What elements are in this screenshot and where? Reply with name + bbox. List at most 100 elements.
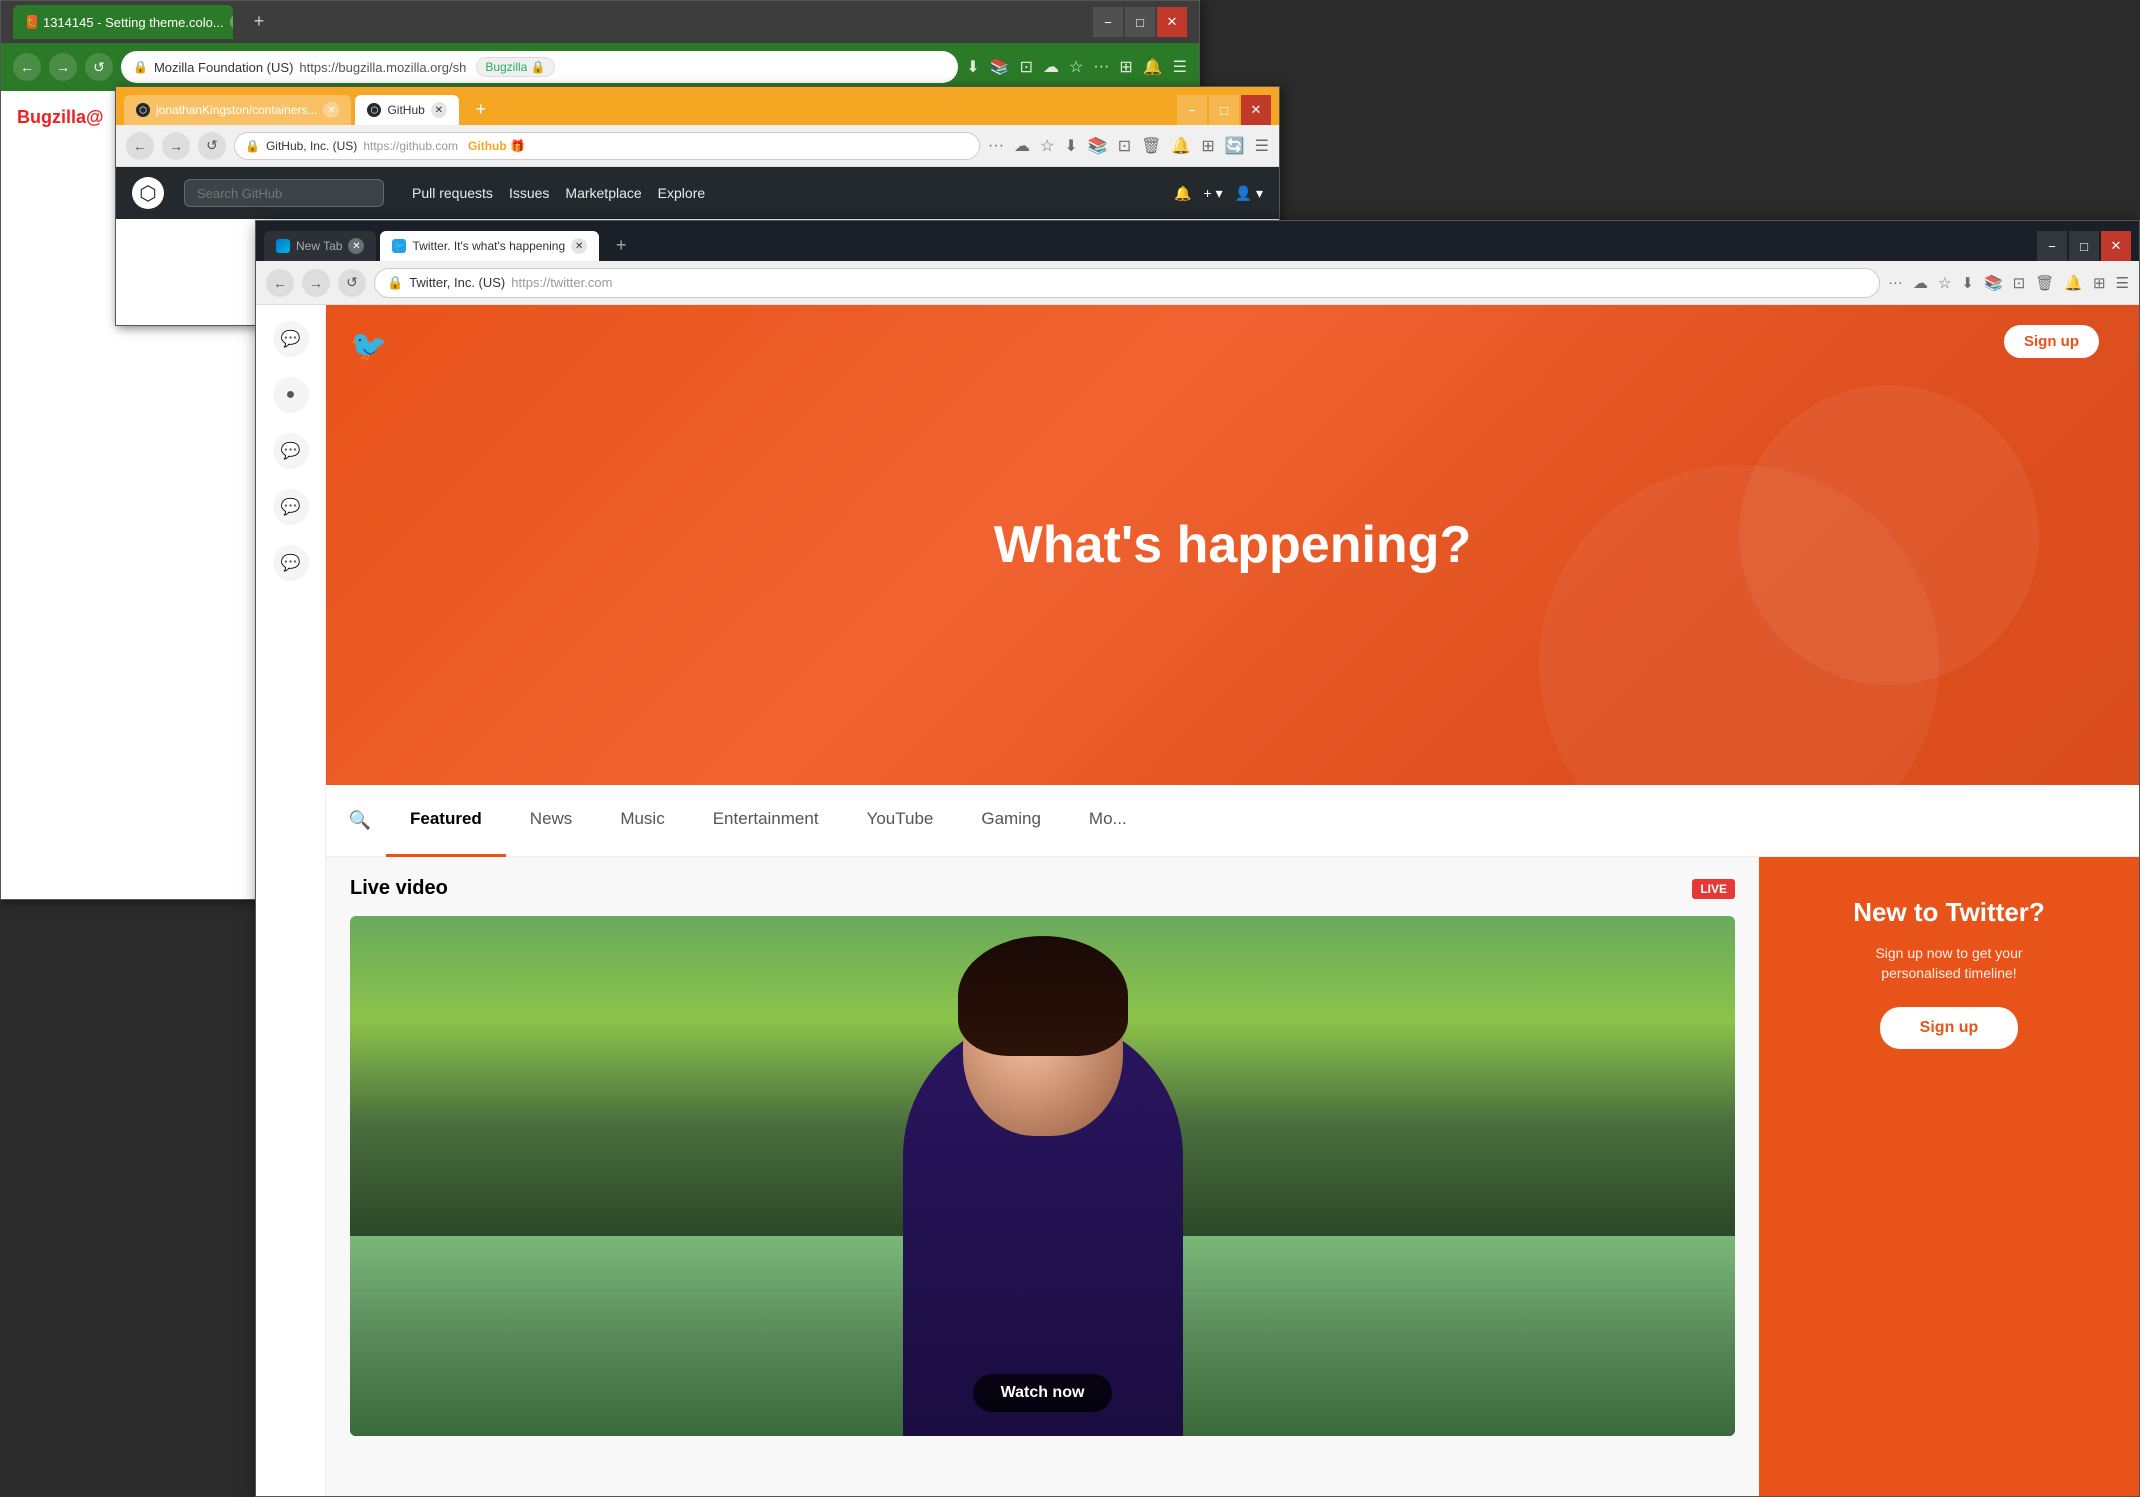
hero-signup-button[interactable]: Sign up bbox=[2004, 325, 2099, 358]
notifications-icon[interactable]: 🔔 bbox=[1171, 136, 1191, 156]
tab-youtube[interactable]: YouTube bbox=[843, 785, 958, 857]
dots-icon[interactable]: ··· bbox=[988, 137, 1004, 155]
minimize-button[interactable]: − bbox=[2037, 231, 2067, 261]
forward-button[interactable]: → bbox=[162, 132, 190, 160]
sidebar-icon-5[interactable]: 💬 bbox=[273, 545, 309, 581]
github-tab-containers[interactable]: ⬡ jonathanKingston/containers... ✕ bbox=[124, 95, 351, 125]
plus-icon[interactable]: + ▾ bbox=[1204, 185, 1223, 202]
github-new-tab[interactable]: + bbox=[467, 95, 495, 123]
download-icon[interactable]: ⬇ bbox=[966, 57, 979, 77]
dots-icon[interactable]: ··· bbox=[1888, 274, 1903, 291]
minimize-button[interactable]: − bbox=[1177, 95, 1207, 125]
minimize-button[interactable]: − bbox=[1093, 7, 1123, 37]
github-toolbar: ← → ↺ 🔒 GitHub, Inc. (US) https://github… bbox=[116, 125, 1279, 167]
twitter-address-bar[interactable]: 🔒 Twitter, Inc. (US) https://twitter.com bbox=[374, 268, 1880, 298]
sidebar-icon[interactable]: ⊡ bbox=[2013, 274, 2026, 292]
download-icon[interactable]: ⬇ bbox=[1064, 136, 1077, 156]
menu-icon[interactable]: ☰ bbox=[1173, 57, 1187, 77]
maximize-button[interactable]: □ bbox=[1125, 7, 1155, 37]
bugzilla-new-tab[interactable]: + bbox=[245, 7, 273, 35]
forward-button[interactable]: → bbox=[302, 269, 330, 297]
notifications-icon[interactable]: 🔔 bbox=[2064, 274, 2083, 292]
issues-link[interactable]: Issues bbox=[509, 185, 549, 201]
star-icon[interactable]: ☆ bbox=[1069, 57, 1083, 77]
maximize-button[interactable]: □ bbox=[2069, 231, 2099, 261]
marketplace-link[interactable]: Marketplace bbox=[565, 185, 641, 201]
library-icon[interactable]: 📚 bbox=[1984, 274, 2003, 292]
live-video-thumbnail[interactable]: Watch now bbox=[350, 916, 1735, 1436]
sidebar-icon[interactable]: ⊡ bbox=[1118, 136, 1131, 156]
bugzilla-toolbar: ← → ↺ 🔒 Mozilla Foundation (US) https://… bbox=[1, 43, 1199, 91]
twitter-new-tab[interactable]: + bbox=[607, 231, 635, 259]
extensions-icon[interactable]: ⊞ bbox=[1201, 136, 1214, 156]
close-button[interactable]: ✕ bbox=[1157, 7, 1187, 37]
sidebar-icon-3[interactable]: 💬 bbox=[273, 433, 309, 469]
signup-button[interactable]: Sign up bbox=[1880, 1007, 2019, 1049]
dots-icon[interactable]: ··· bbox=[1093, 58, 1109, 76]
tab-news[interactable]: News bbox=[506, 785, 597, 857]
github-nav-links: Pull requests Issues Marketplace Explore bbox=[412, 185, 705, 201]
reload-button[interactable]: ↺ bbox=[85, 53, 113, 81]
bugzilla-tab-close[interactable]: ✕ bbox=[230, 14, 233, 30]
github-tab1-close[interactable]: ✕ bbox=[323, 102, 339, 118]
library-icon[interactable]: 📚 bbox=[990, 57, 1010, 77]
github-address-bar[interactable]: 🔒 GitHub, Inc. (US) https://github.com G… bbox=[234, 132, 980, 160]
maximize-button[interactable]: □ bbox=[1209, 95, 1239, 125]
back-button[interactable]: ← bbox=[266, 269, 294, 297]
bugzilla-tab-label: 1314145 - Setting theme.colo... bbox=[43, 15, 224, 30]
forward-button[interactable]: → bbox=[49, 53, 77, 81]
sync-icon[interactable]: 🔔 bbox=[1143, 57, 1163, 77]
github-tab-active[interactable]: ⬡ GitHub ✕ bbox=[355, 95, 458, 125]
github-tab2-close[interactable]: ✕ bbox=[431, 102, 447, 118]
library-icon[interactable]: 📚 bbox=[1088, 136, 1108, 156]
pullrequests-link[interactable]: Pull requests bbox=[412, 185, 493, 201]
github-titlebar: ⬡ jonathanKingston/containers... ✕ ⬡ Git… bbox=[116, 87, 1279, 125]
close-button[interactable]: ✕ bbox=[2101, 231, 2131, 261]
twitter-tab2-close[interactable]: ✕ bbox=[571, 238, 587, 254]
menu-icon[interactable]: ☰ bbox=[1255, 136, 1269, 156]
sidebar-icon-2[interactable]: ● bbox=[273, 377, 309, 413]
menu-icon[interactable]: ☰ bbox=[2116, 274, 2129, 292]
sidebar-icon-1[interactable]: 💬 bbox=[273, 321, 309, 357]
download-icon[interactable]: ⬇ bbox=[1961, 274, 1974, 292]
star-icon[interactable]: ☆ bbox=[1938, 274, 1951, 292]
pocket-icon[interactable]: ☁ bbox=[1913, 274, 1928, 292]
tab-gaming[interactable]: Gaming bbox=[957, 785, 1065, 857]
extensions-icon[interactable]: ⊞ bbox=[1119, 57, 1132, 77]
trash-icon[interactable]: 🗑 bbox=[2035, 274, 2054, 292]
twitter-tab2-label: Twitter. It's what's happening bbox=[412, 239, 565, 253]
twitter-tab1-close[interactable]: ✕ bbox=[348, 238, 364, 254]
pocket-icon[interactable]: ☁ bbox=[1043, 57, 1059, 77]
avatar[interactable]: 👤 ▾ bbox=[1235, 185, 1263, 202]
person-hair bbox=[958, 936, 1128, 1056]
sidebar-icon-4[interactable]: 💬 bbox=[273, 489, 309, 525]
sync-icon[interactable]: 🔄 bbox=[1225, 136, 1245, 156]
explore-link[interactable]: Explore bbox=[658, 185, 705, 201]
trash-icon[interactable]: 🗑 bbox=[1141, 136, 1161, 156]
tab-featured[interactable]: Featured bbox=[386, 785, 506, 857]
search-icon[interactable]: 🔍 bbox=[342, 803, 378, 839]
tab-music[interactable]: Music bbox=[596, 785, 688, 857]
tab-more[interactable]: Mo... bbox=[1065, 785, 1151, 857]
close-button[interactable]: ✕ bbox=[1241, 95, 1271, 125]
github-logo: ⬡ bbox=[132, 177, 164, 209]
reload-button[interactable]: ↺ bbox=[338, 269, 366, 297]
bugzilla-tab-active[interactable]: 🐛 1314145 - Setting theme.colo... ✕ bbox=[13, 5, 233, 39]
reload-button[interactable]: ↺ bbox=[198, 132, 226, 160]
twitter-main-area: Live video LIVE Watch now bbox=[326, 857, 2139, 1497]
bugzilla-address-bar[interactable]: 🔒 Mozilla Foundation (US) https://bugzil… bbox=[121, 51, 958, 83]
watch-now-button[interactable]: Watch now bbox=[973, 1374, 1113, 1412]
back-button[interactable]: ← bbox=[13, 53, 41, 81]
back-button[interactable]: ← bbox=[126, 132, 154, 160]
org-name: GitHub, Inc. (US) bbox=[266, 139, 357, 153]
tab-entertainment[interactable]: Entertainment bbox=[689, 785, 843, 857]
bugzilla-window-controls: − □ ✕ bbox=[1093, 7, 1187, 37]
pocket-icon[interactable]: ☁ bbox=[1014, 136, 1030, 156]
sidebyside-icon[interactable]: ⊡ bbox=[1020, 57, 1033, 77]
notifications-icon[interactable]: 🔔 bbox=[1174, 185, 1191, 202]
github-search-input[interactable] bbox=[184, 179, 384, 207]
twitter-tab-newtab[interactable]: New Tab ✕ bbox=[264, 231, 376, 261]
star-icon[interactable]: ☆ bbox=[1040, 136, 1054, 156]
extensions-icon[interactable]: ⊞ bbox=[2093, 274, 2106, 292]
twitter-tab-twitter[interactable]: 🐦 Twitter. It's what's happening ✕ bbox=[380, 231, 599, 261]
